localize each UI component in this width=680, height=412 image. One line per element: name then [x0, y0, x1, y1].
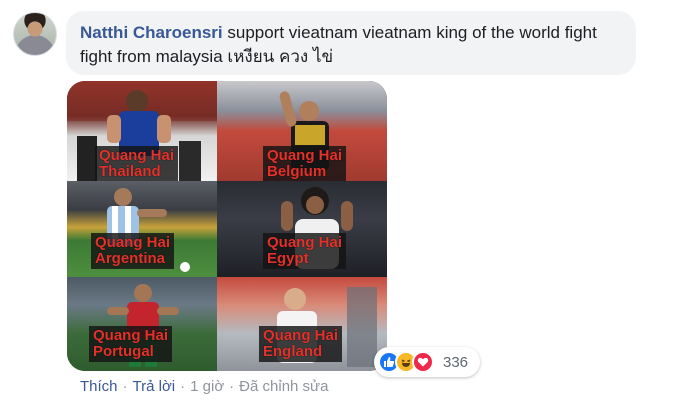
comment-timestamp[interactable]: 1 giờ — [190, 378, 224, 395]
tile-caption-line1: Quang Hai — [267, 147, 343, 164]
tile-caption-line2: Thailand — [99, 163, 161, 180]
tile-caption-line2: Belgium — [267, 163, 327, 180]
tile-caption-line2: England — [263, 343, 323, 360]
love-icon — [412, 351, 434, 373]
comment-image[interactable]: Quang Hai Thailand Quang Hai Belgium Qua… — [67, 81, 387, 371]
image-tile-portugal: Quang Hai Portugal — [67, 277, 217, 371]
image-tile-egypt: Quang Hai Egypt — [217, 181, 387, 277]
tile-caption-line2: Argentina — [95, 250, 166, 267]
tile-caption-line1: Quang Hai — [267, 234, 343, 251]
tile-caption-line1: Quang Hai — [93, 327, 169, 344]
edited-label[interactable]: Đã chỉnh sửa — [239, 378, 328, 395]
tile-caption-line2: Egypt — [267, 250, 309, 267]
commenter-avatar[interactable] — [13, 12, 57, 56]
image-tile-belgium: Quang Hai Belgium — [217, 81, 387, 181]
tile-caption-line1: Quang Hai — [99, 147, 175, 164]
tile-caption-line1: Quang Hai — [95, 234, 171, 251]
tile-caption-line1: Quang Hai — [263, 327, 339, 344]
like-link[interactable]: Thích — [80, 378, 118, 395]
comment-bubble: Natthi Charoensri support vieatnam vieat… — [66, 11, 636, 75]
separator: · — [229, 378, 235, 395]
reaction-summary[interactable]: 336 — [374, 347, 480, 377]
comment-author-name[interactable]: Natthi Charoensri — [80, 23, 223, 42]
reaction-count[interactable]: 336 — [443, 354, 468, 371]
separator: · — [180, 378, 186, 395]
image-tile-england: Quang Hai England — [217, 277, 387, 371]
separator: · — [122, 378, 128, 395]
reply-link[interactable]: Trả lời — [133, 378, 176, 395]
image-tile-argentina: Quang Hai Argentina — [67, 181, 217, 277]
tile-caption-line2: Portugal — [93, 343, 154, 360]
comment-actions: Thích · Trả lời · 1 giờ · Đã chỉnh sửa — [80, 378, 328, 395]
image-tile-thailand: Quang Hai Thailand — [67, 81, 217, 181]
